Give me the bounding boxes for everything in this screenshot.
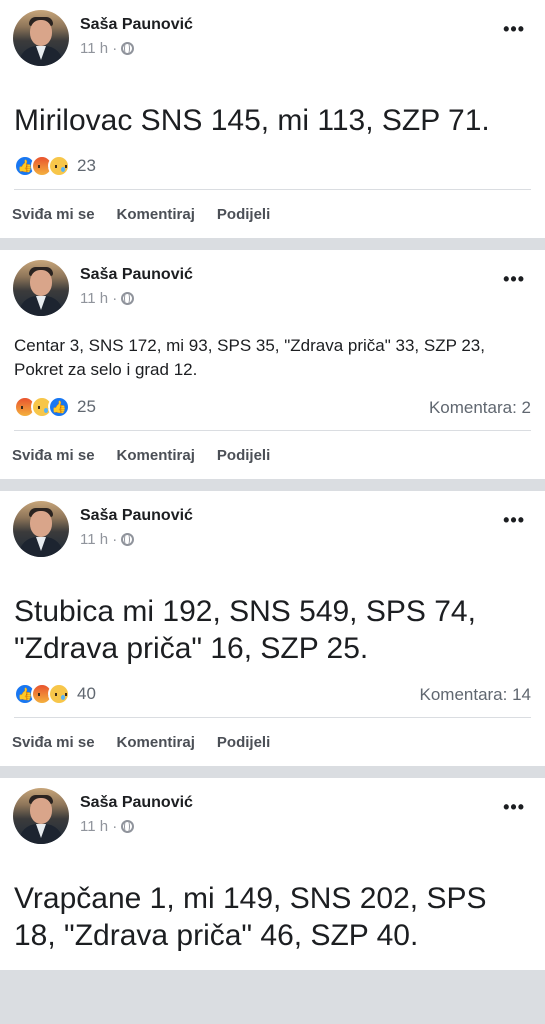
post-text: Centar 3, SNS 172, mi 93, SPS 35, "Zdrav… [14, 336, 485, 379]
post-actions: Sviđa mi se Komentiraj Podijeli [0, 190, 545, 238]
like-button[interactable]: Sviđa mi se [12, 734, 95, 751]
post-meta: 11 h · [80, 290, 135, 307]
post-meta: 11 h · [80, 531, 135, 548]
globe-icon [121, 42, 135, 55]
post: Saša Paunović 11 h · ••• Mirilovac SNS 1… [0, 0, 545, 238]
globe-icon [121, 292, 135, 305]
post-actions: Sviđa mi se Komentiraj Podijeli [0, 718, 545, 766]
post-time[interactable]: 11 h · [80, 40, 117, 57]
reaction-count: 23 [77, 156, 96, 175]
post: Saša Paunović 11 h · ••• Stubica mi 192,… [0, 491, 545, 766]
sad-reaction-icon [48, 155, 70, 177]
post-meta: 11 h · [80, 818, 135, 835]
share-button[interactable]: Podijeli [217, 734, 270, 751]
reactions-summary[interactable]: 👍 23 [14, 155, 531, 189]
globe-icon [121, 820, 135, 833]
globe-icon [121, 533, 135, 546]
author-name[interactable]: Saša Paunović [80, 507, 193, 525]
reactions-summary[interactable]: 👍 25 Komentara: 2 [14, 396, 531, 430]
post-meta: 11 h · [80, 40, 135, 57]
avatar[interactable] [13, 788, 69, 844]
post-text: Mirilovac SNS 145, mi 113, SZP 71. [14, 104, 490, 137]
post-text: Stubica mi 192, SNS 549, SPS 74, "Zdrava… [14, 595, 476, 665]
post-header: Saša Paunović 11 h · ••• [0, 250, 545, 316]
like-button[interactable]: Sviđa mi se [12, 447, 95, 464]
comments-count[interactable]: Komentara: 14 [419, 685, 531, 705]
author-name[interactable]: Saša Paunović [80, 16, 193, 34]
reaction-count: 40 [77, 684, 96, 703]
news-feed: Saša Paunović 11 h · ••• Mirilovac SNS 1… [0, 0, 545, 970]
more-options-icon[interactable]: ••• [503, 511, 525, 529]
more-options-icon[interactable]: ••• [503, 798, 525, 816]
comment-button[interactable]: Komentiraj [117, 734, 195, 751]
comment-button[interactable]: Komentiraj [117, 447, 195, 464]
post: Saša Paunović 11 h · ••• Centar 3, SNS 1… [0, 250, 545, 479]
avatar[interactable] [13, 260, 69, 316]
author-name[interactable]: Saša Paunović [80, 794, 193, 812]
post-time[interactable]: 11 h · [80, 290, 117, 307]
post: Saša Paunović 11 h · ••• Vrapčane 1, mi … [0, 778, 545, 970]
avatar[interactable] [13, 501, 69, 557]
comment-button[interactable]: Komentiraj [117, 206, 195, 223]
post-actions: Sviđa mi se Komentiraj Podijeli [0, 431, 545, 479]
share-button[interactable]: Podijeli [217, 206, 270, 223]
post-header: Saša Paunović 11 h · ••• [0, 0, 545, 66]
more-options-icon[interactable]: ••• [503, 20, 525, 38]
comments-count[interactable]: Komentara: 2 [429, 398, 531, 418]
share-button[interactable]: Podijeli [217, 447, 270, 464]
like-reaction-icon: 👍 [48, 396, 70, 418]
post-header: Saša Paunović 11 h · ••• [0, 491, 545, 557]
post-time[interactable]: 11 h · [80, 531, 117, 548]
reaction-count: 25 [77, 397, 96, 416]
like-button[interactable]: Sviđa mi se [12, 206, 95, 223]
more-options-icon[interactable]: ••• [503, 270, 525, 288]
sad-reaction-icon [48, 683, 70, 705]
post-time[interactable]: 11 h · [80, 818, 117, 835]
post-header: Saša Paunović 11 h · ••• [0, 778, 545, 844]
reactions-summary[interactable]: 👍 40 Komentara: 14 [14, 683, 531, 717]
avatar[interactable] [13, 10, 69, 66]
author-name[interactable]: Saša Paunović [80, 266, 193, 284]
post-text: Vrapčane 1, mi 149, SNS 202, SPS 18, "Zd… [14, 882, 487, 952]
